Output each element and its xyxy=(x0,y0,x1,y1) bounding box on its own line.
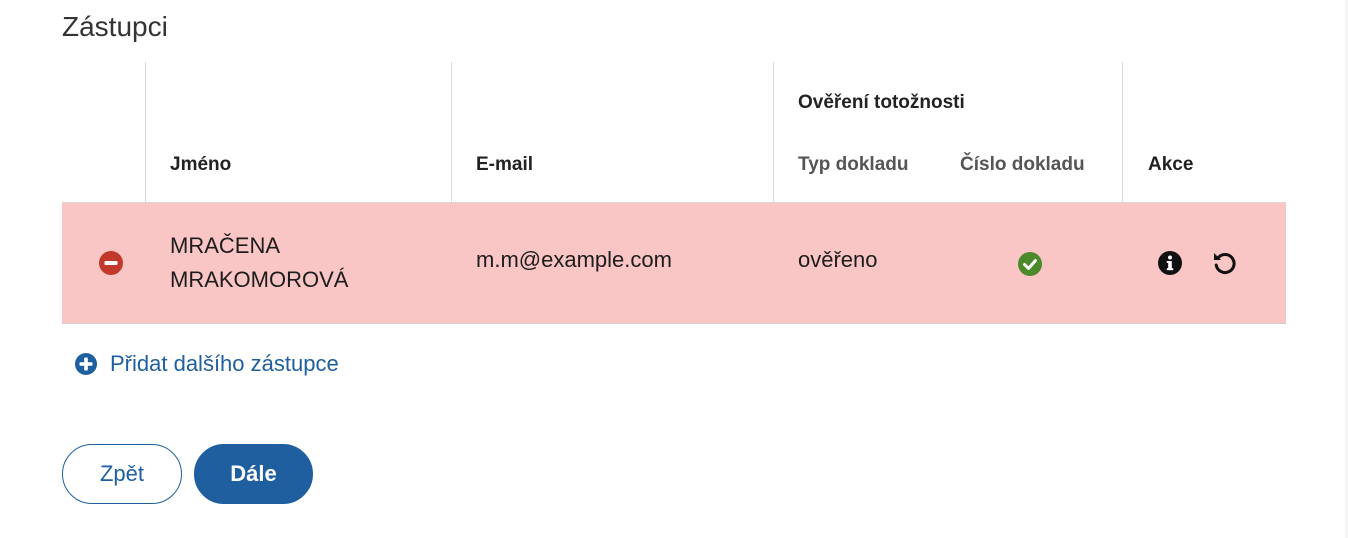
column-divider xyxy=(1122,62,1123,202)
page-title: Zástupci xyxy=(62,11,168,42)
column-divider xyxy=(145,62,146,202)
table-header: Ověření totožnosti Jméno E-mail Typ dokl… xyxy=(62,62,1286,203)
plus-circle-icon xyxy=(75,353,97,375)
representatives-table: Ověření totožnosti Jméno E-mail Typ dokl… xyxy=(62,62,1286,324)
back-button[interactable]: Zpět xyxy=(62,444,182,504)
email-column-header: E-mail xyxy=(476,154,534,175)
name-column-header: Jméno xyxy=(170,154,232,175)
undo-icon xyxy=(1214,253,1236,275)
column-divider xyxy=(773,62,774,202)
add-representative-link[interactable]: Přidat dalšího zástupce xyxy=(74,351,339,377)
doc-number-status xyxy=(1017,251,1043,277)
identity-verification-header: Ověření totožnosti xyxy=(798,92,965,113)
next-button[interactable]: Dále xyxy=(194,444,313,504)
check-circle-icon xyxy=(1018,252,1042,276)
info-circle-icon xyxy=(1158,251,1182,275)
minus-circle-icon xyxy=(99,251,123,275)
doc-type-column-header: Typ dokladu xyxy=(798,154,909,175)
actions-column-header: Akce xyxy=(1148,154,1194,175)
doc-type-value: ověřeno xyxy=(798,247,878,272)
representative-email: m.m@example.com xyxy=(476,247,672,272)
column-divider xyxy=(451,62,452,202)
add-representative-label: Přidat dalšího zástupce xyxy=(110,351,339,376)
undo-button[interactable] xyxy=(1210,249,1238,277)
info-button[interactable] xyxy=(1156,249,1184,277)
representative-first-name: MRAČENA xyxy=(170,233,281,258)
doc-number-column-header: Číslo dokladu xyxy=(960,154,1085,175)
representative-last-name: MRAKOMOROVÁ xyxy=(170,267,349,292)
table-row: MRAČENA MRAKOMOROVÁ m.m@example.com ověř… xyxy=(62,203,1286,324)
remove-representative-button[interactable] xyxy=(98,250,124,276)
representative-name: MRAČENA MRAKOMOROVÁ xyxy=(170,229,348,297)
